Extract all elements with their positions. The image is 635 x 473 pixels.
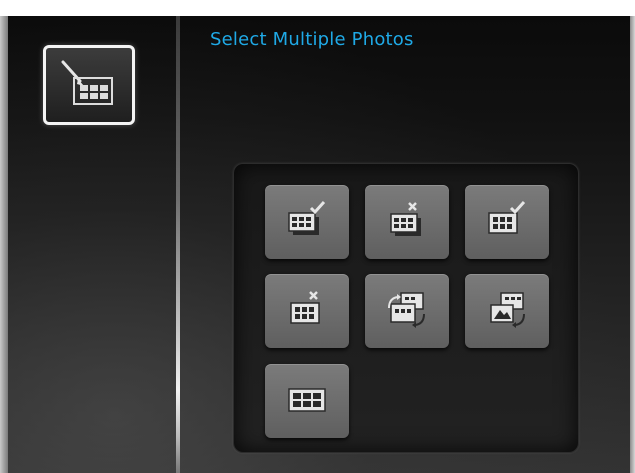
multi-select-pencil-icon (61, 60, 113, 105)
rotate-photos-button[interactable] (365, 274, 449, 348)
deselect-photos-button[interactable] (365, 185, 449, 259)
deselect-x-stack-icon (390, 202, 421, 236)
page-title: Select Multiple Photos (210, 29, 414, 50)
left-bezel (0, 16, 8, 473)
select-all-button[interactable] (465, 185, 549, 259)
top-border (0, 0, 635, 16)
deselect-all-x-icon (290, 291, 320, 324)
sidebar-item-select-multiple[interactable] (43, 45, 135, 125)
thumbnail-view-button[interactable] (265, 364, 349, 438)
deselect-all-button[interactable] (265, 274, 349, 348)
select-check-stack-icon (288, 201, 326, 235)
photo-frame-screen: Select Multiple Photos (0, 0, 635, 473)
rotate-photo-button[interactable] (465, 274, 549, 348)
select-photos-button[interactable] (265, 185, 349, 259)
rotate-photos-icon (388, 292, 425, 328)
sidebar-divider (176, 16, 180, 473)
options-panel (233, 163, 579, 453)
select-all-check-icon (488, 201, 526, 234)
rotate-photo-landscape-icon (490, 292, 525, 328)
thumbnail-grid-icon (288, 388, 326, 412)
right-bezel (630, 16, 635, 473)
